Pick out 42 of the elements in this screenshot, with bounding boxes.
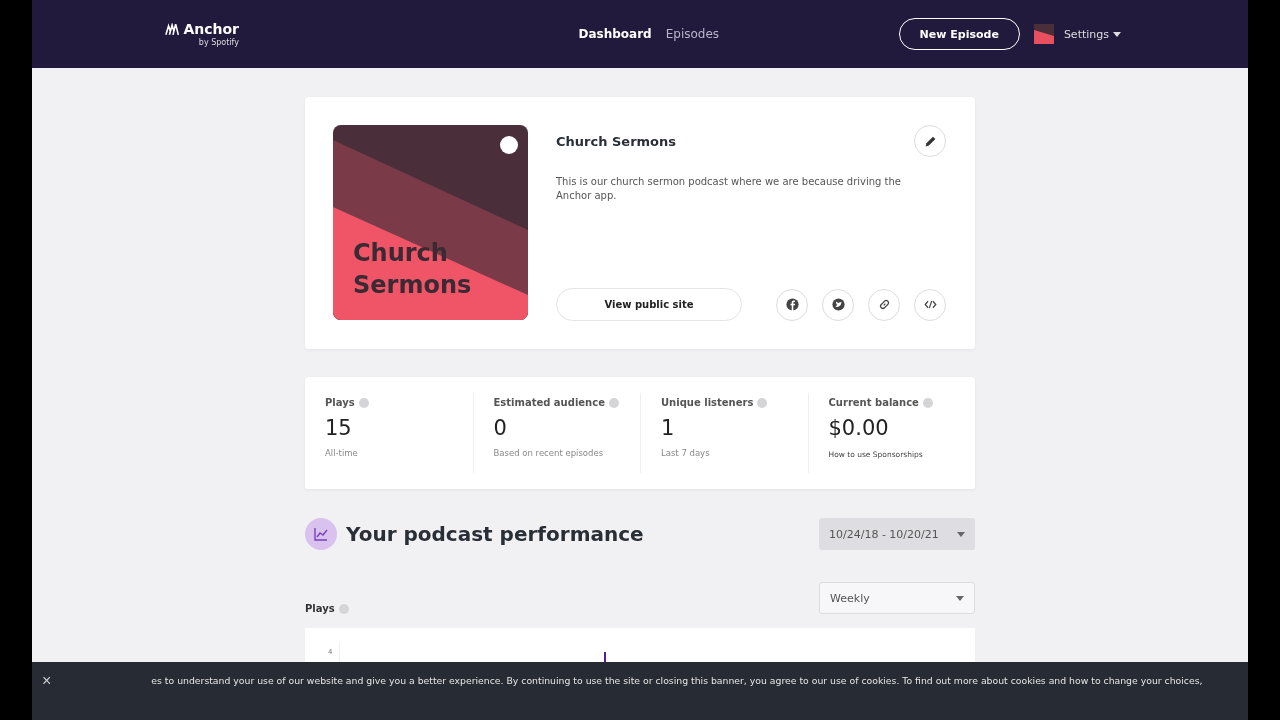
settings-menu-button[interactable]: Settings [1063, 27, 1121, 41]
caret-icon [956, 595, 964, 601]
stat-note: Last 7 days [661, 448, 711, 458]
edit-button[interactable] [914, 125, 946, 157]
podcast-description: This is our church sermon podcast where we are because driving the Anchor app. [556, 175, 902, 203]
facebook-icon [785, 298, 799, 311]
twitter-share-button[interactable] [822, 288, 854, 321]
stat-note: All-time [325, 448, 359, 458]
chart-icon [305, 518, 337, 550]
stat-label: Unique listeners [661, 397, 754, 408]
stat-note: Based on recent episodes [493, 448, 605, 458]
embed-button[interactable] [914, 288, 946, 321]
cookie-notice-text: es to understand your use of our website and give you a better experience. By continuing to use the site or closing this banner, you agree to our use of cookies. To find out more about cookies and how to change your choices, [151, 674, 1203, 688]
logo-subtitle: by Spotify [198, 38, 239, 47]
logo-text[interactable]: Anchor [183, 21, 239, 37]
logo-icon [165, 22, 182, 36]
pencil-icon [923, 134, 937, 148]
nav-link[interactable]: Dashboard [578, 27, 652, 41]
caret-icon [957, 531, 965, 537]
stat-label: Estimated audience [493, 397, 605, 408]
stat-value: $0.00 [828, 416, 890, 440]
stat-value: 15 [325, 416, 353, 440]
stat-value: 0 [493, 416, 508, 440]
interval-dropdown[interactable]: Weekly [819, 582, 975, 614]
view-public-site-button[interactable]: View public site [556, 288, 742, 321]
link-icon [877, 298, 891, 311]
chart-label: Plays [305, 603, 335, 614]
nav-link[interactable]: Episodes [665, 27, 720, 41]
podcast-avatar-icon[interactable] [1033, 24, 1054, 44]
podcast-title: Church Sermons [556, 133, 676, 149]
stat-value: 1 [661, 416, 676, 440]
twitter-icon [831, 298, 845, 311]
code-icon [923, 298, 937, 311]
facebook-share-button[interactable] [776, 288, 808, 321]
caret-icon [1113, 31, 1121, 37]
stat-label: Plays [325, 397, 355, 408]
date-range-dropdown[interactable]: 10/24/18 - 10/20/21 [819, 518, 975, 550]
section-title: Your podcast performance [346, 522, 644, 546]
cover-title: Church Sermons [353, 238, 473, 301]
close-button[interactable]: × [42, 674, 52, 688]
stat-label: Current balance [828, 397, 919, 408]
copy-link-button[interactable] [868, 288, 900, 321]
